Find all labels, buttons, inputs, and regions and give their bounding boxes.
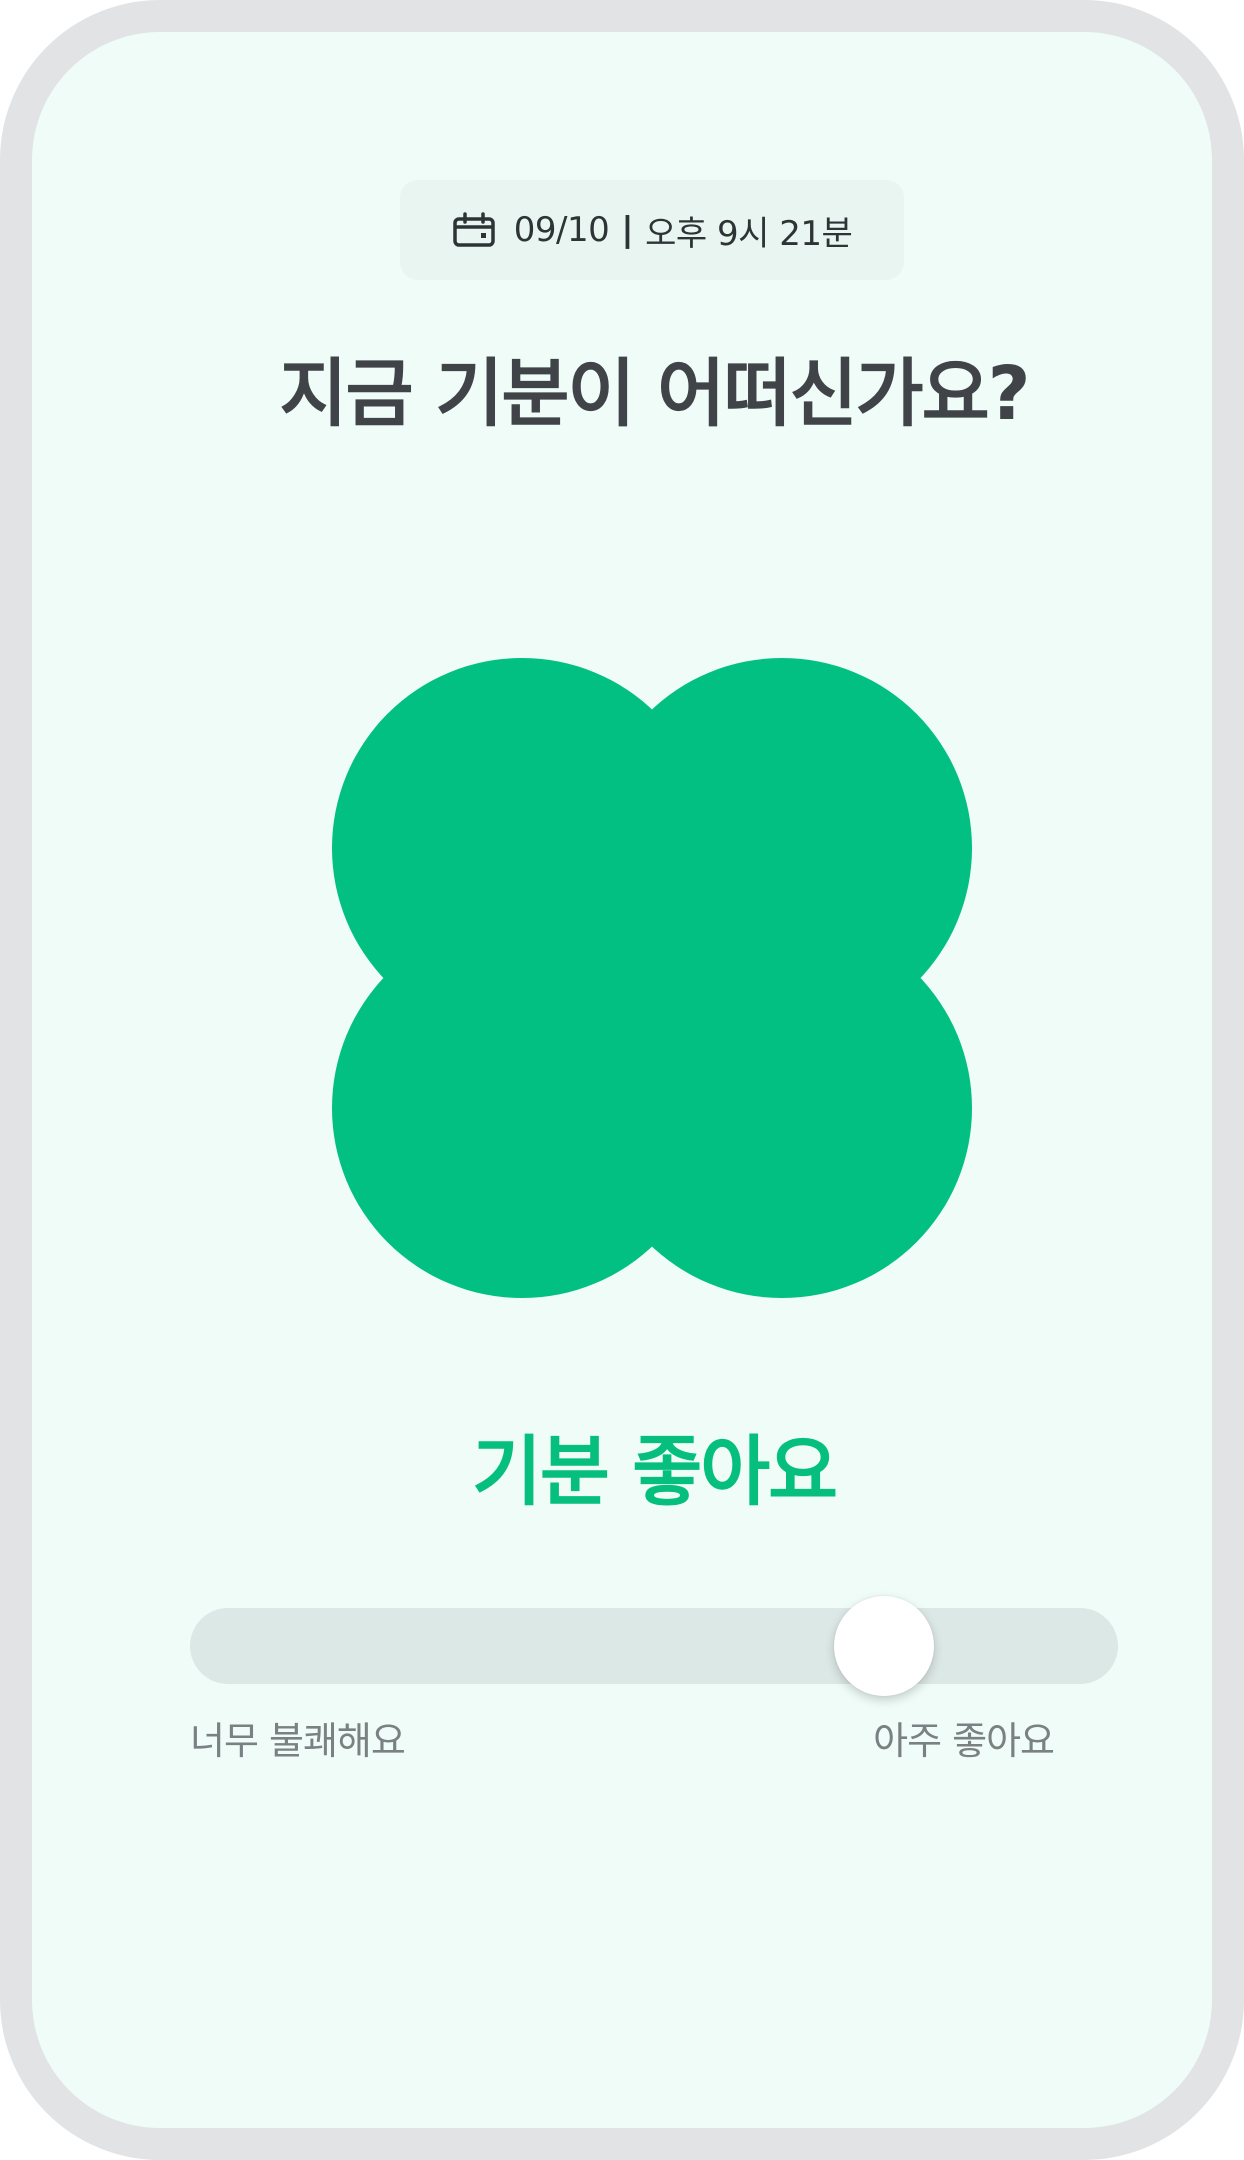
date-value: 09/10 bbox=[513, 210, 610, 250]
date-time-chip: 09/10 | 오후 9시 21분 bbox=[400, 180, 904, 280]
mood-label: 기분 좋아요 bbox=[471, 1427, 838, 1516]
date-time-separator: | bbox=[621, 210, 634, 250]
calendar-icon bbox=[452, 212, 496, 248]
time-value: 오후 9시 21분 bbox=[645, 213, 853, 254]
slider-track[interactable] bbox=[190, 1608, 1118, 1684]
slider-min-label: 너무 불쾌해요 bbox=[190, 1719, 406, 1763]
date-time-text: 09/10 | 오후 9시 21분 bbox=[514, 206, 853, 255]
phone-screen: 09/10 | 오후 9시 21분 지금 기분이 어떠신가요? 기분 좋아요 너… bbox=[0, 0, 1244, 2160]
mood-slider[interactable] bbox=[190, 1596, 1118, 1696]
slider-thumb[interactable] bbox=[834, 1596, 935, 1696]
slider-max-label: 아주 좋아요 bbox=[873, 1719, 1055, 1763]
page-title: 지금 기분이 어떠신가요? bbox=[279, 351, 1030, 437]
mood-clover-shape bbox=[332, 658, 972, 1298]
